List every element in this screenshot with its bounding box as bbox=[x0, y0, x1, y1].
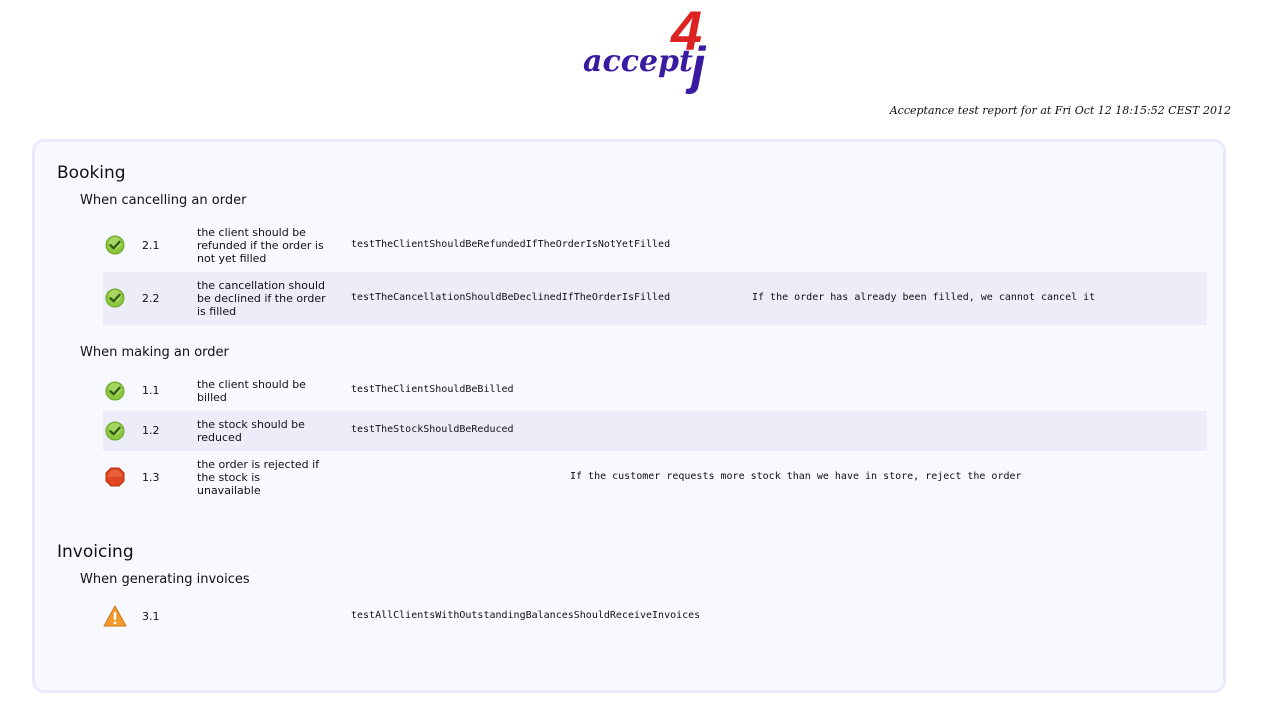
test-comment: If the order has already been filled, we… bbox=[752, 292, 1096, 303]
test-row: 1.3 the order is rejected if the stock i… bbox=[103, 451, 1207, 504]
warning-icon bbox=[103, 605, 127, 627]
check-icon bbox=[105, 421, 125, 441]
test-number: 1.1 bbox=[142, 384, 160, 397]
test-method: testAllClientsWithOutstandingBalancesSho… bbox=[351, 610, 701, 621]
check-icon bbox=[105, 235, 125, 255]
test-number: 3.1 bbox=[142, 610, 160, 623]
check-icon bbox=[105, 381, 125, 401]
section-title: Booking bbox=[57, 163, 126, 183]
test-description: the cancellation should be declined if t… bbox=[197, 279, 326, 318]
test-row: 3.1 testAllClientsWithOutstandingBalance… bbox=[103, 597, 1207, 637]
report-panel: Booking When cancelling an order 2.1 the… bbox=[32, 139, 1226, 693]
test-row: 1.2 the stock should be reduced testTheS… bbox=[103, 411, 1207, 451]
test-description: the stock should be reduced bbox=[197, 418, 305, 444]
check-icon bbox=[105, 288, 125, 308]
accept4j-logo: accept 4 j bbox=[583, 0, 733, 102]
test-row: 2.1 the client should be refunded if the… bbox=[103, 219, 1207, 272]
feature-title: When generating invoices bbox=[80, 572, 250, 587]
test-method: testTheClientShouldBeBilled bbox=[351, 384, 514, 395]
test-number: 1.3 bbox=[142, 471, 160, 484]
test-comment: If the customer requests more stock than… bbox=[570, 471, 1022, 482]
test-number: 2.1 bbox=[142, 239, 160, 252]
test-method: testTheStockShouldBeReduced bbox=[351, 424, 514, 435]
stop-icon bbox=[105, 467, 125, 487]
test-description: the order is rejected if the stock is un… bbox=[197, 458, 320, 497]
test-number: 1.2 bbox=[142, 424, 160, 437]
feature-title: When making an order bbox=[80, 345, 229, 360]
test-number: 2.2 bbox=[142, 292, 160, 305]
test-row: 1.1 the client should be billed testTheC… bbox=[103, 371, 1207, 411]
test-description: the client should be billed bbox=[197, 378, 306, 404]
test-description: the client should be refunded if the ord… bbox=[197, 226, 324, 265]
test-row: 2.2 the cancellation should be declined … bbox=[103, 272, 1207, 325]
feature-title: When cancelling an order bbox=[80, 193, 247, 208]
logo-letter: j bbox=[691, 37, 706, 95]
test-method: testTheCancellationShouldBeDeclinedIfThe… bbox=[351, 292, 671, 303]
section-title: Invoicing bbox=[57, 542, 134, 562]
report-header: Acceptance test report for at Fri Oct 12… bbox=[889, 104, 1231, 117]
test-method: testTheClientShouldBeRefundedIfTheOrderI… bbox=[351, 239, 671, 250]
